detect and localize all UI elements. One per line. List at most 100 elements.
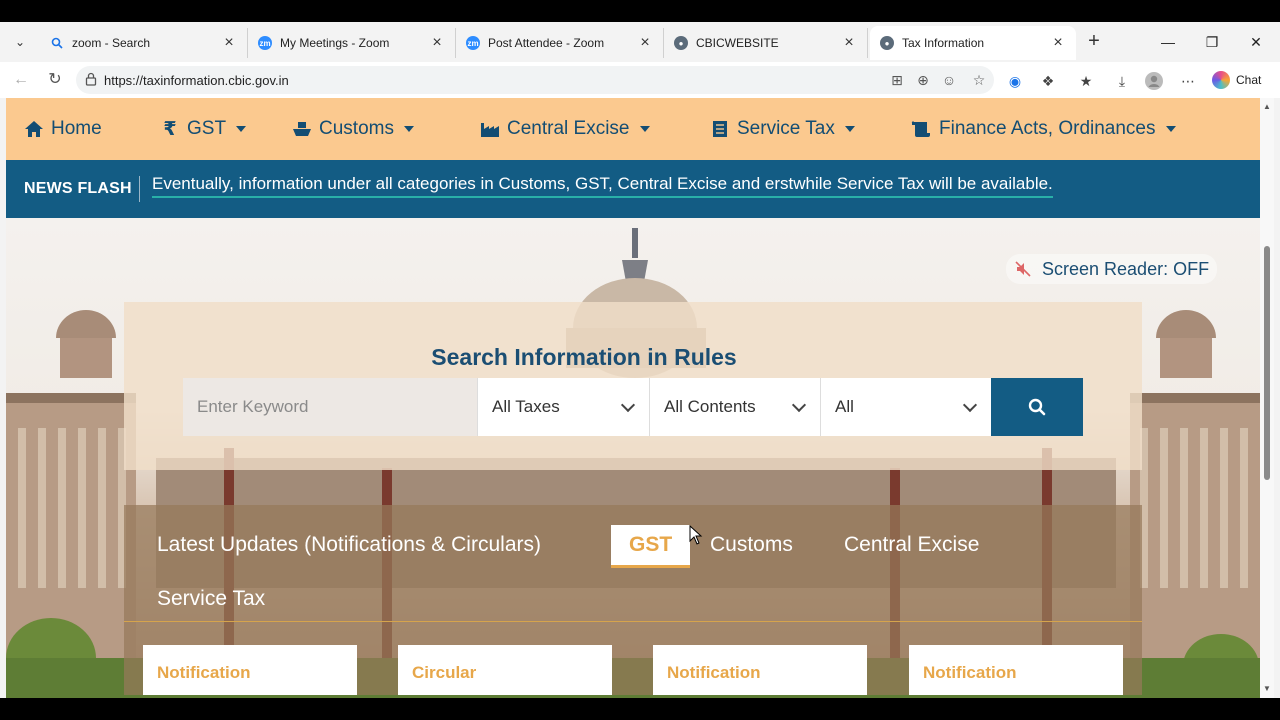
back-button[interactable]: ←	[10, 69, 32, 91]
chevron-down-icon	[620, 397, 636, 413]
update-card[interactable]: Notification	[653, 645, 867, 695]
divider	[124, 621, 1142, 622]
news-flash-bar: NEWS FLASH Eventually, information under…	[6, 160, 1260, 218]
tab-title: CBICWEBSITE	[696, 36, 779, 50]
card-title: Notification	[923, 663, 1017, 682]
address-bar[interactable]: https://taxinformation.cbic.gov.in	[76, 66, 994, 94]
nav-label: Finance Acts, Ordinances	[939, 118, 1156, 139]
scrollbar-thumb[interactable]	[1264, 246, 1270, 480]
search-title: Search Information in Rules	[431, 344, 737, 370]
select-value: All Taxes	[492, 397, 560, 416]
puzzle-icon[interactable]: ❖	[1038, 71, 1058, 91]
scroll-up-arrow-icon[interactable]: ▲	[1262, 102, 1272, 111]
download-icon[interactable]: ⤓	[1112, 71, 1132, 91]
select-value: All	[835, 397, 854, 416]
scroll-icon	[911, 119, 933, 139]
nav-finance-acts[interactable]: Finance Acts, Ordinances	[911, 118, 1176, 140]
screen-reader-label: Screen Reader: OFF	[1042, 258, 1210, 279]
address-toolbar: ← ↻ https://taxinformation.cbic.gov.in ⊞…	[0, 62, 1280, 98]
close-tab-icon[interactable]: ×	[841, 34, 857, 52]
favorites-icon[interactable]: ★	[1076, 71, 1096, 91]
news-flash-text[interactable]: Eventually, information under all catego…	[152, 174, 1053, 198]
refresh-button[interactable]: ↻	[44, 69, 66, 91]
chevron-down-icon	[236, 126, 247, 132]
cbic-emblem-icon: ●	[880, 36, 894, 50]
chevron-down-icon	[844, 126, 855, 132]
tab-title: Tax Information	[902, 36, 985, 50]
news-flash-label: NEWS FLASH	[24, 180, 132, 197]
nav-home[interactable]: Home	[23, 118, 102, 140]
category-select[interactable]: All	[820, 378, 991, 436]
close-tab-icon[interactable]: ×	[221, 34, 237, 52]
tab-post-attendee[interactable]: zm Post Attendee - Zoom ×	[456, 28, 664, 58]
tab-tax-information[interactable]: ● Tax Information ×	[870, 26, 1076, 60]
nav-service-tax[interactable]: Service Tax	[709, 118, 855, 140]
tab-title: zoom - Search	[72, 36, 151, 50]
update-card[interactable]: Notification	[909, 645, 1123, 695]
close-tab-icon[interactable]: ×	[429, 34, 445, 52]
update-card[interactable]: Circular	[398, 645, 612, 695]
cbic-emblem-icon: ●	[674, 36, 688, 50]
close-tab-icon[interactable]: ×	[1050, 34, 1066, 52]
tax-type-select[interactable]: All Taxes	[477, 378, 649, 436]
close-tab-icon[interactable]: ×	[637, 34, 653, 52]
zoom-icon: zm	[466, 36, 480, 50]
zoom-icon: zm	[258, 36, 272, 50]
update-card[interactable]: Notification	[143, 645, 357, 695]
tab-customs[interactable]: Customs	[710, 533, 793, 557]
apps-icon[interactable]: ⊞	[888, 71, 906, 89]
emoji-icon[interactable]: ☺	[940, 71, 958, 89]
close-window-button[interactable]: ✕	[1236, 30, 1276, 54]
search-button[interactable]	[991, 378, 1083, 436]
latest-updates-title: Latest Updates (Notifications & Circular…	[157, 533, 541, 556]
factory-icon	[479, 119, 501, 139]
tab-gst[interactable]: GST	[611, 525, 691, 568]
zoom-in-icon[interactable]: ⊕	[914, 71, 932, 89]
favorite-star-icon[interactable]: ☆	[970, 71, 988, 89]
restore-button[interactable]: ❐	[1192, 30, 1232, 54]
chat-button[interactable]: Chat	[1212, 68, 1261, 92]
speaker-mute-icon	[1015, 261, 1031, 277]
keyword-search-input[interactable]	[183, 378, 477, 436]
nav-customs[interactable]: Customs	[291, 118, 414, 140]
chevron-down-icon	[1165, 126, 1176, 132]
screen-reader-toggle[interactable]: Screen Reader: OFF	[1006, 254, 1218, 284]
tab-central-excise[interactable]: Central Excise	[844, 533, 979, 557]
copilot-icon	[1212, 71, 1230, 89]
latest-updates-panel: Latest Updates (Notifications & Circular…	[124, 505, 1142, 695]
chevron-down-icon	[403, 126, 414, 132]
home-icon	[23, 119, 45, 139]
extension-icon[interactable]: ◉	[1005, 71, 1025, 91]
browser-window: ⌄ zoom - Search × zm My Meetings - Zoom …	[0, 22, 1280, 698]
card-title: Notification	[667, 663, 761, 682]
minimize-button[interactable]: —	[1148, 30, 1188, 54]
chevron-down-icon	[639, 126, 650, 132]
tab-my-meetings[interactable]: zm My Meetings - Zoom ×	[248, 28, 456, 58]
tab-title: Post Attendee - Zoom	[488, 36, 605, 50]
rupee-icon: ₹	[163, 118, 177, 140]
nav-label: Home	[51, 118, 102, 139]
ship-icon	[291, 119, 313, 139]
page-viewport: Home ₹ GST Customs Central Excise Servic…	[6, 98, 1260, 698]
new-tab-button[interactable]: +	[1084, 31, 1104, 52]
nav-label: Service Tax	[737, 118, 835, 139]
profile-avatar[interactable]	[1144, 71, 1164, 91]
card-title: Circular	[412, 663, 477, 682]
nav-label: GST	[187, 118, 227, 139]
url-text: https://taxinformation.cbic.gov.in	[104, 72, 289, 88]
mouse-cursor-icon	[689, 525, 703, 545]
tab-service-tax[interactable]: Service Tax	[157, 587, 265, 611]
scroll-down-arrow-icon[interactable]: ▼	[1262, 684, 1272, 693]
nav-label: Customs	[319, 118, 394, 139]
more-menu-icon[interactable]: ⋯	[1178, 71, 1198, 91]
tab-strip: ⌄ zoom - Search × zm My Meetings - Zoom …	[0, 22, 1280, 62]
divider	[139, 176, 140, 202]
search-panel: Search Information in Rules All Taxes Al…	[124, 302, 1142, 470]
vertical-scrollbar[interactable]: ▲ ▼	[1260, 98, 1274, 698]
tab-actions-menu-button[interactable]: ⌄	[8, 32, 32, 52]
nav-gst[interactable]: ₹ GST	[159, 118, 247, 140]
content-type-select[interactable]: All Contents	[649, 378, 820, 436]
tab-zoom-search[interactable]: zoom - Search ×	[40, 28, 248, 58]
nav-central-excise[interactable]: Central Excise	[479, 118, 650, 140]
tab-cbicwebsite[interactable]: ● CBICWEBSITE ×	[664, 28, 868, 58]
